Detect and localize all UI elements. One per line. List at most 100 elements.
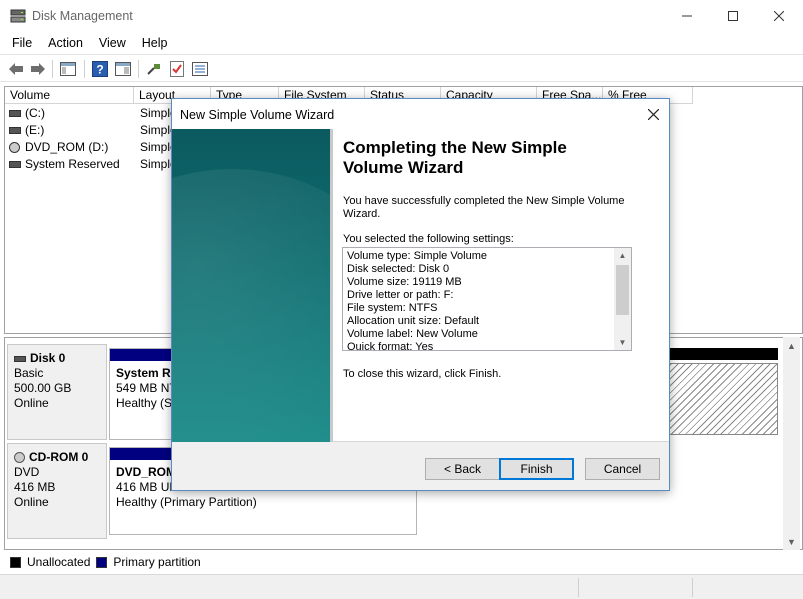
new-simple-volume-wizard-dialog: New Simple Volume Wizard Completing the … [171,98,670,491]
dialog-title-bar: New Simple Volume Wizard [172,99,669,129]
cdrom-icon [14,452,25,463]
banner-decoration [172,169,330,442]
setting-line: Disk selected: Disk 0 [347,263,613,276]
drive-icon [9,110,21,117]
partition-size: 416 MB UD [116,480,178,494]
disk-name: Disk 0 [30,351,65,365]
drive-icon [9,127,21,134]
legend-label-primary: Primary partition [113,555,200,569]
minimize-button[interactable] [664,0,710,32]
menu-file[interactable]: File [4,36,40,50]
legend-swatch-primary [96,557,107,568]
forward-arrow-icon [30,62,46,76]
help-button[interactable]: ? [90,59,110,79]
wizard-heading: Completing the New Simple Volume Wizard [343,138,643,178]
unallocated-bar [668,348,778,360]
settings-summary-box[interactable]: Volume type: Simple Volume Disk selected… [342,247,632,351]
menu-view[interactable]: View [91,36,134,50]
setting-line: Volume size: 19119 MB [347,276,613,289]
close-button[interactable] [756,0,802,32]
menu-bar: File Action View Help [0,32,803,53]
connect-icon [146,62,162,76]
setting-line: Drive letter or path: F: [347,289,613,302]
legend: Unallocated Primary partition [4,552,803,572]
scrollbar-thumb[interactable] [616,265,629,315]
disk-0-label[interactable]: Disk 0 Basic 500.00 GB Online [7,344,107,440]
column-header-volume[interactable]: Volume [5,87,134,104]
properties-icon [115,62,131,76]
list-button[interactable] [190,59,210,79]
status-bar [0,574,803,599]
console-tree-button[interactable] [58,59,78,79]
check-button[interactable] [167,59,187,79]
status-segment [578,578,579,597]
success-text-line-1: You have successfully completed the New … [343,195,643,208]
wizard-content-panel: Completing the New Simple Volume Wizard … [172,129,669,442]
dvd-drive-icon [9,142,20,153]
title-bar: Disk Management [0,0,803,32]
chevron-down-icon[interactable]: ▼ [614,335,631,350]
dialog-close-button[interactable] [643,104,663,124]
toolbar-separator [138,60,139,78]
back-button[interactable]: < Back [425,458,500,480]
settings-scrollbar[interactable]: ▲ ▼ [614,248,631,350]
help-icon: ? [92,61,108,77]
close-icon [648,109,659,120]
disk-status: Online [14,495,100,510]
disk-icon [14,356,26,362]
settings-list: Volume type: Simple Volume Disk selected… [347,250,613,351]
scroll-up-arrow-icon[interactable]: ▲ [783,337,800,354]
properties-button[interactable] [113,59,133,79]
scroll-down-arrow-icon[interactable]: ▼ [783,533,800,550]
wizard-heading-line-2: Volume Wizard [343,158,643,178]
console-tree-icon [60,62,76,76]
volume-name: (E:) [25,122,44,139]
wizard-side-banner [172,129,330,442]
close-icon [774,11,784,21]
settings-label: You selected the following settings: [343,233,643,246]
legend-label-unallocated: Unallocated [27,555,90,569]
volume-name: (C:) [25,105,45,122]
connect-button[interactable] [144,59,164,79]
status-segment [692,578,693,597]
menu-action[interactable]: Action [40,36,91,50]
banner-divider [330,129,333,442]
finish-button[interactable]: Finish [499,458,574,480]
success-text-line-2: Wizard. [343,208,643,221]
disk-type: DVD [14,465,100,480]
maximize-button[interactable] [710,0,756,32]
chevron-up-icon[interactable]: ▲ [614,248,631,263]
svg-text:?: ? [96,63,103,77]
legend-swatch-unallocated [10,557,21,568]
disk-status: Online [14,396,100,411]
setting-line: Volume type: Simple Volume [347,250,613,263]
partition-info: System Re 549 MB NT Healthy (S [116,366,177,411]
dialog-title: New Simple Volume Wizard [180,108,334,122]
partition-size: 549 MB NT [116,381,177,395]
back-button[interactable] [6,59,26,79]
maximize-icon [728,11,738,21]
partition-state: Healthy (Primary Partition) [116,495,257,509]
disk-name: CD-ROM 0 [29,450,88,464]
volume-name: System Reserved [25,156,120,173]
unallocated-space[interactable] [668,363,778,435]
toolbar-separator [52,60,53,78]
cancel-button[interactable]: Cancel [585,458,660,480]
window-title: Disk Management [32,9,133,23]
forward-button[interactable] [28,59,48,79]
menu-help[interactable]: Help [134,36,176,50]
toolbar: ? [0,54,803,82]
disk-type: Basic [14,366,100,381]
partition-name: System Re [116,366,177,380]
disk-size: 416 MB [14,480,100,495]
graph-vertical-scrollbar[interactable]: ▲ ▼ [783,337,800,550]
drive-icon [9,161,21,168]
disk-management-app-icon [10,9,26,23]
wizard-heading-line-1: Completing the New Simple [343,138,643,158]
setting-line: Allocation unit size: Default [347,315,613,328]
cdrom-0-label[interactable]: CD-ROM 0 DVD 416 MB Online [7,443,107,539]
setting-line: Volume label: New Volume [347,328,613,341]
volume-name: DVD_ROM (D:) [25,139,108,156]
wizard-success-text: You have successfully completed the New … [343,195,643,221]
disk-size: 500.00 GB [14,381,100,396]
